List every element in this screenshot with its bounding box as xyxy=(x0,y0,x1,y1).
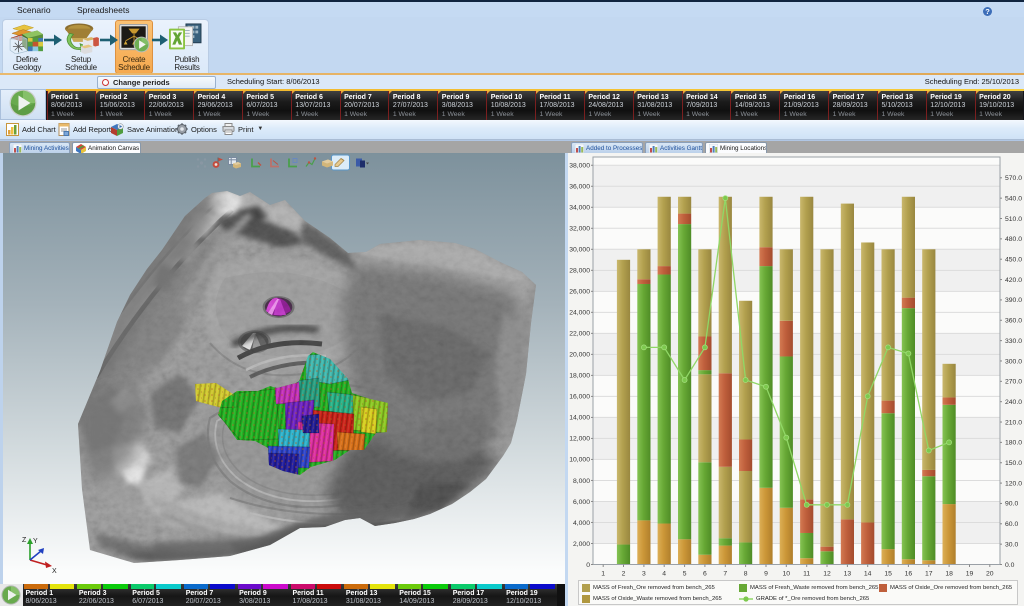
svg-text:7: 7 xyxy=(723,571,727,578)
svg-text:14: 14 xyxy=(864,571,872,578)
svg-text:22,000: 22,000 xyxy=(569,331,590,338)
svg-text:24,000: 24,000 xyxy=(569,310,590,317)
svg-text:10,000: 10,000 xyxy=(569,457,590,464)
svg-text:570.0: 570.0 xyxy=(1005,175,1022,182)
svg-text:8,000: 8,000 xyxy=(573,478,590,485)
svg-text:Z: Z xyxy=(22,537,27,544)
svg-text:1: 1 xyxy=(601,571,605,578)
svg-text:36,000: 36,000 xyxy=(569,184,590,191)
svg-text:120.0: 120.0 xyxy=(1005,480,1022,487)
svg-text:420.0: 420.0 xyxy=(1005,277,1022,284)
svg-text:14,000: 14,000 xyxy=(569,415,590,422)
svg-text:0.0: 0.0 xyxy=(1005,562,1015,569)
svg-text:480.0: 480.0 xyxy=(1005,236,1022,243)
svg-text:19: 19 xyxy=(966,571,974,578)
svg-text:8: 8 xyxy=(744,571,748,578)
svg-text:26,000: 26,000 xyxy=(569,289,590,296)
svg-text:20: 20 xyxy=(986,571,994,578)
svg-text:28,000: 28,000 xyxy=(569,268,590,275)
svg-text:6: 6 xyxy=(703,571,707,578)
svg-text:60.0: 60.0 xyxy=(1005,521,1018,528)
svg-text:16,000: 16,000 xyxy=(569,394,590,401)
svg-text:17: 17 xyxy=(925,571,933,578)
svg-text:30.0: 30.0 xyxy=(1005,541,1018,548)
svg-text:270.0: 270.0 xyxy=(1005,379,1022,386)
svg-text:330.0: 330.0 xyxy=(1005,338,1022,345)
svg-text:X: X xyxy=(52,568,57,575)
svg-text:32,000: 32,000 xyxy=(569,226,590,233)
svg-text:510.0: 510.0 xyxy=(1005,216,1022,223)
svg-text:9: 9 xyxy=(764,571,768,578)
svg-text:180.0: 180.0 xyxy=(1005,440,1022,447)
svg-text:38,000: 38,000 xyxy=(569,163,590,170)
svg-text:18,000: 18,000 xyxy=(569,373,590,380)
svg-text:13: 13 xyxy=(844,571,852,578)
svg-text:10: 10 xyxy=(783,571,791,578)
svg-text:2,000: 2,000 xyxy=(573,541,590,548)
svg-text:150.0: 150.0 xyxy=(1005,460,1022,467)
svg-text:12: 12 xyxy=(823,571,831,578)
svg-text:2: 2 xyxy=(622,571,626,578)
svg-text:Y: Y xyxy=(33,538,38,545)
svg-text:3: 3 xyxy=(642,571,646,578)
svg-text:360.0: 360.0 xyxy=(1005,318,1022,325)
svg-text:6,000: 6,000 xyxy=(573,499,590,506)
svg-text:300.0: 300.0 xyxy=(1005,358,1022,365)
svg-text:90.0: 90.0 xyxy=(1005,501,1018,508)
svg-text:20,000: 20,000 xyxy=(569,352,590,359)
svg-text:4: 4 xyxy=(662,571,666,578)
svg-text:4,000: 4,000 xyxy=(573,520,590,527)
svg-text:15: 15 xyxy=(884,571,892,578)
svg-text:12,000: 12,000 xyxy=(569,436,590,443)
svg-text:390.0: 390.0 xyxy=(1005,297,1022,304)
svg-text:540.0: 540.0 xyxy=(1005,195,1022,202)
svg-text:18: 18 xyxy=(945,571,953,578)
svg-text:30,000: 30,000 xyxy=(569,247,590,254)
svg-text:5: 5 xyxy=(683,571,687,578)
svg-text:240.0: 240.0 xyxy=(1005,399,1022,406)
svg-text:210.0: 210.0 xyxy=(1005,419,1022,426)
svg-text:11: 11 xyxy=(803,571,810,578)
svg-text:0: 0 xyxy=(586,562,590,569)
svg-text:450.0: 450.0 xyxy=(1005,257,1022,264)
svg-text:16: 16 xyxy=(905,571,913,578)
svg-text:34,000: 34,000 xyxy=(569,205,590,212)
